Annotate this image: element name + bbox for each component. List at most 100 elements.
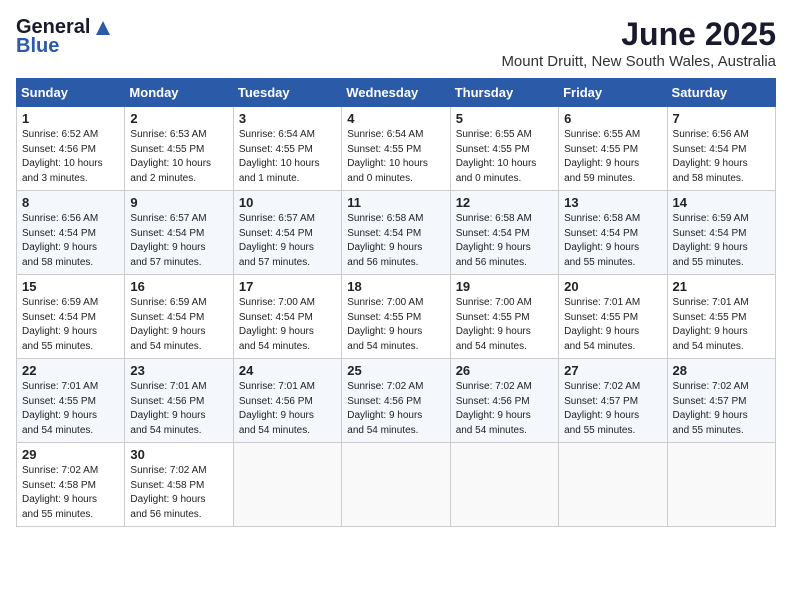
calendar-cell: 23 Sunrise: 7:01 AMSunset: 4:56 PMDayligh… (125, 359, 233, 443)
logo-blue: Blue (16, 35, 59, 58)
calendar-cell: 17 Sunrise: 7:00 AMSunset: 4:54 PMDayligh… (233, 275, 341, 359)
day-number: 20 (564, 279, 661, 294)
calendar-header-row: SundayMondayTuesdayWednesdayThursdayFrid… (17, 79, 776, 107)
calendar-cell: 19 Sunrise: 7:00 AMSunset: 4:55 PMDayligh… (450, 275, 558, 359)
calendar-week-row: 8Sunrise: 6:56 AMSunset: 4:54 PMDaylight… (17, 191, 776, 275)
day-detail: Sunrise: 7:01 AMSunset: 4:55 PMDaylight:… (22, 380, 119, 438)
calendar-cell (233, 443, 341, 527)
day-detail: Sunrise: 6:56 AMSunset: 4:54 PMDaylight:… (673, 128, 770, 186)
calendar-cell: 21Sunrise: 7:01 AMSunset: 4:55 PMDayligh… (667, 275, 775, 359)
day-number: 11 (347, 195, 444, 210)
calendar-cell (342, 443, 450, 527)
calendar-cell: 26Sunrise: 7:02 AMSunset: 4:56 PMDayligh… (450, 359, 558, 443)
day-number: 22 (22, 363, 119, 378)
day-number: 25 (347, 363, 444, 378)
day-number: 4 (347, 111, 444, 126)
day-detail: Sunrise: 7:00 AMSunset: 4:55 PMDaylight:… (347, 296, 444, 354)
logo-icon (94, 19, 112, 37)
day-detail: Sunrise: 6:59 AMSunset: 4:54 PMDaylight:… (22, 296, 119, 354)
day-detail: Sunrise: 7:00 AMSunset: 4:55 PMDaylight:… (456, 296, 553, 354)
day-number: 6 (564, 111, 661, 126)
calendar-cell: 2 Sunrise: 6:53 AMSunset: 4:55 PMDaylight… (125, 107, 233, 191)
day-number: 9 (130, 195, 227, 210)
day-number: 13 (564, 195, 661, 210)
weekday-header: Wednesday (342, 79, 450, 107)
calendar-week-row: 15 Sunrise: 6:59 AMSunset: 4:54 PMDayligh… (17, 275, 776, 359)
day-detail: Sunrise: 7:02 AMSunset: 4:58 PMDaylight:… (130, 464, 227, 522)
weekday-header: Tuesday (233, 79, 341, 107)
day-number: 24 (239, 363, 336, 378)
weekday-header: Friday (559, 79, 667, 107)
calendar-week-row: 29 Sunrise: 7:02 AMSunset: 4:58 PMDayligh… (17, 443, 776, 527)
calendar-cell: 9 Sunrise: 6:57 AMSunset: 4:54 PMDaylight… (125, 191, 233, 275)
day-number: 29 (22, 447, 119, 462)
calendar-cell: 1 Sunrise: 6:52 AMSunset: 4:56 PMDaylight… (17, 107, 125, 191)
location-title: Mount Druitt, New South Wales, Australia (501, 53, 776, 70)
calendar-cell: 28 Sunrise: 7:02 AMSunset: 4:57 PMDayligh… (667, 359, 775, 443)
day-number: 30 (130, 447, 227, 462)
calendar-cell: 20Sunrise: 7:01 AMSunset: 4:55 PMDayligh… (559, 275, 667, 359)
day-number: 3 (239, 111, 336, 126)
day-detail: Sunrise: 6:59 AMSunset: 4:54 PMDaylight:… (673, 212, 770, 270)
day-detail: Sunrise: 7:02 AMSunset: 4:56 PMDaylight:… (347, 380, 444, 438)
calendar-week-row: 1 Sunrise: 6:52 AMSunset: 4:56 PMDaylight… (17, 107, 776, 191)
calendar-cell: 14 Sunrise: 6:59 AMSunset: 4:54 PMDayligh… (667, 191, 775, 275)
day-number: 2 (130, 111, 227, 126)
day-number: 10 (239, 195, 336, 210)
calendar-cell: 4Sunrise: 6:54 AMSunset: 4:55 PMDaylight… (342, 107, 450, 191)
calendar-cell: 3 Sunrise: 6:54 AMSunset: 4:55 PMDaylight… (233, 107, 341, 191)
day-number: 5 (456, 111, 553, 126)
calendar-cell (450, 443, 558, 527)
day-detail: Sunrise: 6:58 AMSunset: 4:54 PMDaylight:… (456, 212, 553, 270)
calendar-cell: 18 Sunrise: 7:00 AMSunset: 4:55 PMDayligh… (342, 275, 450, 359)
day-detail: Sunrise: 6:58 AMSunset: 4:54 PMDaylight:… (347, 212, 444, 270)
day-number: 16 (130, 279, 227, 294)
calendar-cell: 30 Sunrise: 7:02 AMSunset: 4:58 PMDayligh… (125, 443, 233, 527)
day-number: 7 (673, 111, 770, 126)
calendar-cell (667, 443, 775, 527)
day-number: 27 (564, 363, 661, 378)
day-detail: Sunrise: 6:52 AMSunset: 4:56 PMDaylight:… (22, 128, 119, 186)
day-number: 1 (22, 111, 119, 126)
weekday-header: Sunday (17, 79, 125, 107)
calendar-cell: 15 Sunrise: 6:59 AMSunset: 4:54 PMDayligh… (17, 275, 125, 359)
calendar-cell: 10Sunrise: 6:57 AMSunset: 4:54 PMDayligh… (233, 191, 341, 275)
weekday-header: Thursday (450, 79, 558, 107)
day-detail: Sunrise: 6:56 AMSunset: 4:54 PMDaylight:… (22, 212, 119, 270)
calendar-cell: 24Sunrise: 7:01 AMSunset: 4:56 PMDayligh… (233, 359, 341, 443)
calendar-week-row: 22 Sunrise: 7:01 AMSunset: 4:55 PMDayligh… (17, 359, 776, 443)
calendar-cell: 25 Sunrise: 7:02 AMSunset: 4:56 PMDayligh… (342, 359, 450, 443)
calendar-cell: 27 Sunrise: 7:02 AMSunset: 4:57 PMDayligh… (559, 359, 667, 443)
weekday-header: Monday (125, 79, 233, 107)
header: General Blue June 2025 Mount Druitt, New… (16, 16, 776, 70)
day-detail: Sunrise: 7:01 AMSunset: 4:56 PMDaylight:… (130, 380, 227, 438)
calendar-cell: 29 Sunrise: 7:02 AMSunset: 4:58 PMDayligh… (17, 443, 125, 527)
day-number: 15 (22, 279, 119, 294)
calendar-cell: 11 Sunrise: 6:58 AMSunset: 4:54 PMDayligh… (342, 191, 450, 275)
day-detail: Sunrise: 7:02 AMSunset: 4:57 PMDaylight:… (564, 380, 661, 438)
calendar-cell: 12Sunrise: 6:58 AMSunset: 4:54 PMDayligh… (450, 191, 558, 275)
day-number: 19 (456, 279, 553, 294)
weekday-header: Saturday (667, 79, 775, 107)
calendar-cell: 22 Sunrise: 7:01 AMSunset: 4:55 PMDayligh… (17, 359, 125, 443)
day-number: 14 (673, 195, 770, 210)
calendar-cell: 13 Sunrise: 6:58 AMSunset: 4:54 PMDayligh… (559, 191, 667, 275)
day-number: 28 (673, 363, 770, 378)
logo: General Blue (16, 16, 112, 58)
day-detail: Sunrise: 7:02 AMSunset: 4:57 PMDaylight:… (673, 380, 770, 438)
day-detail: Sunrise: 7:02 AMSunset: 4:56 PMDaylight:… (456, 380, 553, 438)
day-number: 23 (130, 363, 227, 378)
day-detail: Sunrise: 6:54 AMSunset: 4:55 PMDaylight:… (239, 128, 336, 186)
day-number: 21 (673, 279, 770, 294)
month-title: June 2025 (501, 16, 776, 53)
day-detail: Sunrise: 6:57 AMSunset: 4:54 PMDaylight:… (130, 212, 227, 270)
day-detail: Sunrise: 7:00 AMSunset: 4:54 PMDaylight:… (239, 296, 336, 354)
day-number: 18 (347, 279, 444, 294)
day-number: 17 (239, 279, 336, 294)
calendar-cell: 5Sunrise: 6:55 AMSunset: 4:55 PMDaylight… (450, 107, 558, 191)
calendar-cell: 6Sunrise: 6:55 AMSunset: 4:55 PMDaylight… (559, 107, 667, 191)
calendar-cell: 8Sunrise: 6:56 AMSunset: 4:54 PMDaylight… (17, 191, 125, 275)
day-detail: Sunrise: 7:02 AMSunset: 4:58 PMDaylight:… (22, 464, 119, 522)
day-detail: Sunrise: 6:58 AMSunset: 4:54 PMDaylight:… (564, 212, 661, 270)
day-detail: Sunrise: 6:53 AMSunset: 4:55 PMDaylight:… (130, 128, 227, 186)
